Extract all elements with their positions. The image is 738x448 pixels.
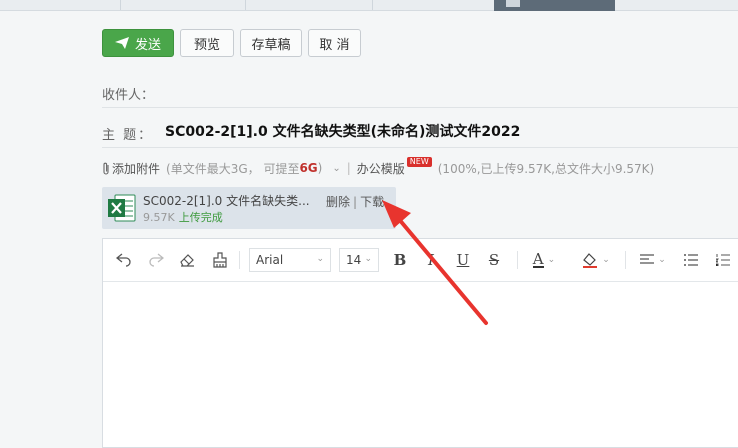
chevron-down-icon: ⌄	[364, 254, 372, 264]
top-tab[interactable]	[245, 0, 373, 10]
download-attachment-link[interactable]: 下载	[360, 195, 384, 209]
top-tab[interactable]	[120, 0, 246, 10]
font-family-value: Arial	[256, 253, 284, 267]
save-draft-button-label: 存草稿	[251, 37, 291, 53]
divider	[102, 107, 738, 108]
top-tab-strip	[0, 0, 738, 11]
bullet-list-icon[interactable]	[683, 251, 699, 269]
size-limit-upgrade-link[interactable]: 6G	[299, 161, 317, 175]
attachment-card: SC002-2[1].0 文件名缺失类... 9.57K 上传完成 删除 | 下载	[102, 187, 396, 229]
font-size-value: 14	[346, 253, 362, 267]
separator	[239, 251, 240, 269]
bold-button[interactable]: B	[392, 251, 408, 269]
eraser-icon[interactable]	[178, 251, 196, 269]
format-painter-icon[interactable]	[211, 251, 229, 269]
attachment-actions: 删除 | 下载	[326, 193, 384, 210]
subject-field[interactable]: SC002-2[1].0 文件名缺失类型(未命名)测试文件2022	[165, 121, 520, 141]
font-family-select[interactable]: Arial ⌄	[249, 248, 331, 272]
font-size-select[interactable]: 14 ⌄	[339, 248, 379, 272]
align-left-icon	[640, 254, 655, 264]
top-tab[interactable]	[372, 0, 495, 10]
recipient-label: 收件人：	[102, 88, 155, 103]
preview-button[interactable]: 预览	[180, 29, 234, 57]
chevron-down-icon: ⌄	[316, 254, 324, 264]
attachment-meta: 9.57K 上传完成	[143, 209, 223, 225]
size-limit-prefix: (单文件最大3G， 可提至	[166, 161, 300, 176]
add-attachment-link[interactable]: 添加附件	[112, 160, 160, 177]
highlight-color-button[interactable]: ⌄	[579, 251, 613, 269]
top-tab-active[interactable]	[494, 0, 615, 11]
send-button[interactable]: 发送	[102, 29, 174, 57]
cancel-button-label: 取 消	[319, 37, 350, 53]
attachment-file-size: 9.57K	[143, 211, 175, 224]
chevron-down-icon: ⌄	[602, 255, 610, 265]
size-limit-suffix: )	[317, 161, 323, 175]
delete-attachment-link[interactable]: 删除	[326, 195, 350, 209]
preview-button-label: 预览	[193, 37, 220, 53]
numbered-list-icon[interactable]	[715, 251, 731, 269]
separator	[625, 251, 626, 269]
divider	[102, 147, 738, 148]
upload-progress-text: (100%,已上传9.57K,总文件大小9.57K)	[437, 161, 655, 176]
redo-icon[interactable]	[147, 251, 165, 269]
mail-body-editor[interactable]: Arial ⌄ 14 ⌄ B I U S A ⌄ ⌄ ⌄	[102, 238, 738, 448]
editor-toolbar: Arial ⌄ 14 ⌄ B I U S A ⌄ ⌄ ⌄	[103, 239, 738, 282]
chevron-down-icon: ⌄	[658, 255, 666, 265]
font-color-icon: A	[532, 250, 544, 268]
attachment-upload-status: 上传完成	[178, 211, 223, 224]
paperclip-icon	[103, 162, 109, 175]
attachment-file-name: SC002-2[1].0 文件名缺失类...	[143, 194, 310, 208]
chevron-down-icon[interactable]: ⌄	[332, 163, 340, 174]
attachment-bar: 添加附件 (单文件最大3G， 可提至 6G ) ⌄ | 办公模版 NEW (10…	[102, 157, 655, 177]
office-templates-link[interactable]: 办公模版	[357, 160, 405, 177]
top-tab[interactable]	[0, 0, 121, 10]
new-badge: NEW	[406, 157, 432, 167]
separator: |	[353, 195, 358, 209]
underline-button[interactable]: U	[455, 251, 471, 269]
chevron-down-icon: ⌄	[547, 255, 556, 265]
paper-plane-icon	[114, 37, 129, 49]
strikethrough-button[interactable]: S	[486, 251, 502, 269]
excel-file-icon	[108, 194, 136, 222]
send-button-label: 发送	[134, 37, 161, 53]
paint-bucket-icon	[583, 253, 598, 268]
separator: |	[346, 161, 351, 175]
separator	[517, 251, 518, 269]
save-draft-button[interactable]: 存草稿	[240, 29, 302, 57]
subject-label: 主 题：	[102, 128, 154, 143]
cancel-button[interactable]: 取 消	[308, 29, 361, 57]
align-button[interactable]: ⌄	[638, 251, 668, 269]
italic-button[interactable]: I	[423, 251, 439, 269]
font-color-button[interactable]: A ⌄	[529, 251, 559, 269]
undo-icon[interactable]	[115, 251, 133, 269]
